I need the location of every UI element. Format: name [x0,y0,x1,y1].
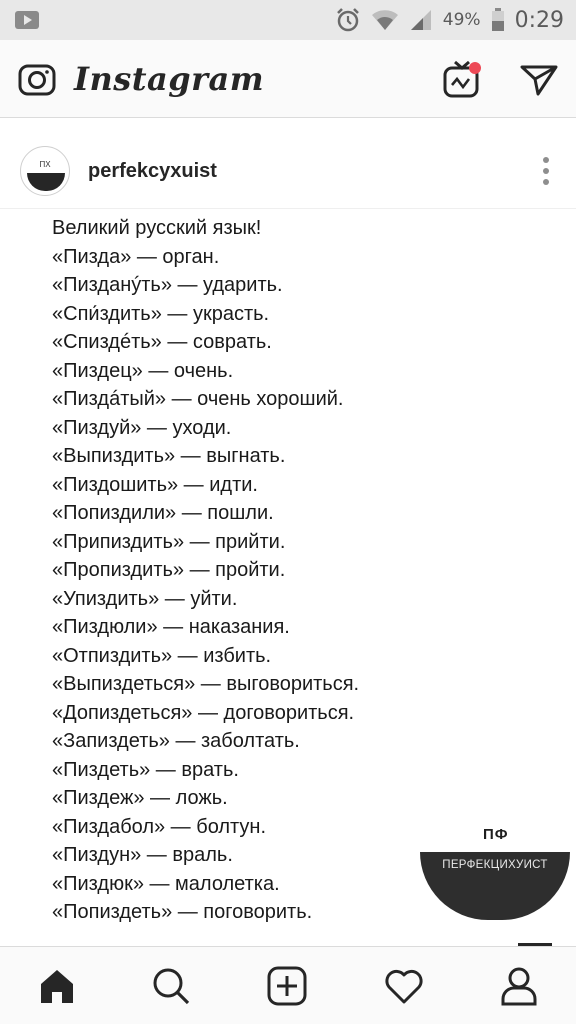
post-text-line: «Допиздеться» — договориться. [52,701,355,724]
profile-icon[interactable] [500,966,538,1006]
igtv-icon[interactable] [442,58,482,100]
alarm-icon [335,7,361,33]
notification-icon [14,10,40,30]
post-text-line: «Спи́здить» — украсть. [52,302,270,325]
post-text-line: «Пиздец» — очень. [52,359,234,382]
brand-logo: Instagram [74,59,265,98]
post-username[interactable]: perfekcyxuist [88,160,217,183]
more-options-icon[interactable] [536,153,556,189]
home-icon[interactable] [38,967,76,1005]
post-text-line: «Выпиздеться» — выговориться. [52,673,360,695]
post-text-line: «Запиздеть» — заболтать. [52,730,300,752]
post-text-line: «Спиздéть» — соврать. [52,331,272,353]
post-text-line: «Выпиздить» — выгнать. [52,445,286,467]
battery-percent: 49% [442,10,481,30]
post-text-line: «Пиздун» — враль. [52,844,233,866]
post-text: Великий русский язык! «Пизда» — орган. «Пи… [52,214,472,927]
new-post-icon[interactable] [267,966,307,1006]
post-divider [0,208,576,209]
battery-icon [491,8,505,32]
post-text-line: «Припиздить» — прийти. [52,530,286,553]
avatar-text: ПХ [39,160,51,169]
post-text-line: «Пизда» — орган. [52,245,220,268]
app-header: Instagram [0,40,576,118]
post-text-line: «Пиздáтый» — очень хороший. [52,388,344,410]
post-text-line: «Пиздуй» — уходи. [52,416,232,439]
post-text-line: «Попиздили» — пошли. [52,502,274,524]
post-text-line: «Пиздабол» — болтун. [52,815,267,838]
activity-icon[interactable] [383,967,425,1005]
tab-bar [0,946,576,1024]
post-text-line: «Пиздюк» — малолетка. [52,872,280,895]
wifi-icon [371,8,399,32]
search-icon[interactable] [151,966,191,1006]
watermark-short: ПФ [483,826,509,843]
post-header: ПХ perfekcyxuist [0,136,576,206]
post-text-line: «Пиздеж» — ложь. [52,787,228,809]
post-text-line: «Пизданýть» — ударить. [52,274,283,296]
direct-message-icon[interactable] [520,61,558,97]
signal-icon [409,8,433,32]
post-text-line: «Пиздюли» — наказания. [52,616,290,638]
post-text-line: «Упиздить» — уйти. [52,587,238,610]
clock: 0:29 [514,7,564,33]
watermark-long: ПЕРФЕКЦИХУИСТ [442,859,548,871]
post-text-line: «Пиздеть» — врать. [52,758,239,781]
status-bar: 49% 0:29 [0,0,576,40]
post-text-line: «Попиздеть» — поговорить. [52,901,313,923]
post-text-line: Великий русский язык! [52,217,262,239]
avatar[interactable]: ПХ [20,146,70,196]
camera-icon[interactable] [18,61,56,97]
post-text-line: «Пропиздить» — пройти. [52,559,286,581]
post-text-line: «Пиздошить» — идти. [52,473,258,496]
post-text-line: «Отпиздить» — избить. [52,644,272,667]
